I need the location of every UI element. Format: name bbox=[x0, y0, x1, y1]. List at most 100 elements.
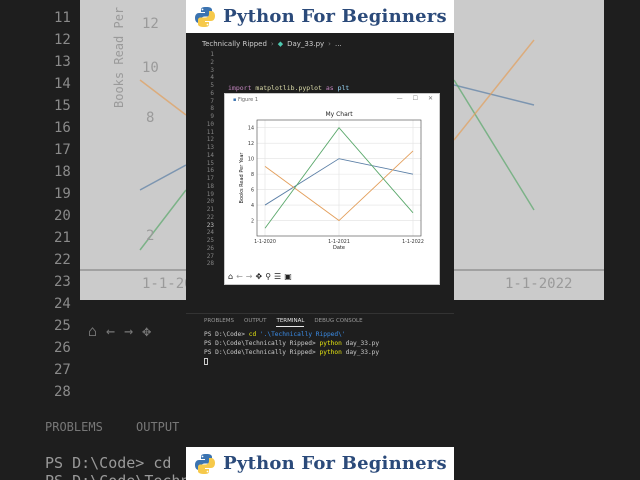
brand-banner-bottom: Python For Beginners bbox=[186, 447, 454, 480]
terminal-argument: '.\Technically Ripped\' bbox=[259, 331, 346, 338]
breadcrumb-more[interactable]: ... bbox=[335, 40, 342, 48]
back-icon[interactable]: ← bbox=[236, 271, 243, 283]
terminal-prompt: PS D:\Code> bbox=[204, 331, 245, 338]
python-logo-icon bbox=[195, 453, 216, 474]
tab-problems[interactable]: PROBLEMS bbox=[204, 316, 234, 327]
tab-debug-console[interactable]: DEBUG CONSOLE bbox=[314, 316, 362, 327]
line-number: 21 bbox=[206, 206, 214, 213]
line-number: 13 bbox=[206, 144, 214, 151]
line-number: 7 bbox=[210, 97, 214, 105]
pan-icon[interactable]: ✥ bbox=[255, 271, 262, 283]
terminal-line: PS D:\Code\Technically Ripped> python da… bbox=[204, 339, 379, 348]
chart-title: My Chart bbox=[325, 111, 353, 118]
maximize-icon[interactable]: ☐ bbox=[413, 95, 418, 102]
module-alias: plt bbox=[337, 84, 350, 92]
line-number: 19 bbox=[206, 190, 214, 198]
line-number: 24 bbox=[206, 229, 214, 237]
window-controls: — ☐ ✕ bbox=[397, 95, 433, 102]
y-tick-label: 10 bbox=[248, 156, 254, 162]
figure-toolbar: ⌂ ← → ✥ ⚲ ☰ ▣ bbox=[225, 270, 439, 284]
keyword-as: as bbox=[325, 84, 334, 92]
panel-tabs: PROBLEMS OUTPUT TERMINAL DEBUG CONSOLE bbox=[204, 316, 363, 327]
breadcrumb-folder[interactable]: Technically Ripped bbox=[202, 40, 267, 48]
x-axis-label: Date bbox=[333, 245, 345, 251]
line-number: 9 bbox=[210, 113, 214, 120]
configure-icon[interactable]: ☰ bbox=[274, 271, 281, 283]
terminal-line: PS D:\Code\Technically Ripped> python da… bbox=[204, 348, 379, 357]
background-line-number: 26 bbox=[54, 340, 71, 356]
keyword-import: import bbox=[228, 84, 252, 92]
line-number: 1 bbox=[210, 51, 214, 58]
background-line-number: 21 bbox=[54, 230, 71, 246]
line-number: 12 bbox=[206, 136, 214, 144]
brand-title: Python For Beginners bbox=[223, 6, 447, 27]
background-ytick: 10 bbox=[142, 60, 159, 76]
tab-output[interactable]: OUTPUT bbox=[244, 316, 266, 327]
background-terminal-line: PS D:\Code> cd bbox=[45, 454, 172, 472]
bottom-panel: PROBLEMS OUTPUT TERMINAL DEBUG CONSOLE P… bbox=[186, 313, 454, 447]
chevron-right-icon: › bbox=[270, 40, 274, 48]
forward-icon[interactable]: → bbox=[246, 271, 253, 283]
background-chart-left bbox=[80, 79, 186, 271]
terminal-argument: day_33.py bbox=[345, 349, 380, 356]
save-icon[interactable]: ▣ bbox=[284, 271, 292, 283]
python-file-icon: ◆ bbox=[277, 40, 284, 48]
module-name: matplotlib.pyplot bbox=[255, 84, 322, 92]
terminal-command: cd bbox=[248, 331, 257, 338]
background-line-number: 23 bbox=[54, 274, 71, 290]
background-ytick: 2 bbox=[146, 228, 155, 244]
brand-title: Python For Beginners bbox=[223, 453, 447, 474]
y-tick-label: 8 bbox=[251, 172, 254, 178]
line-number: 4 bbox=[210, 74, 214, 82]
line-number: 14 bbox=[206, 151, 214, 159]
background-ytick: 8 bbox=[146, 110, 155, 126]
home-icon[interactable]: ⌂ bbox=[228, 271, 233, 283]
background-line-number: 11 bbox=[54, 10, 71, 26]
zoom-icon[interactable]: ⚲ bbox=[265, 271, 271, 283]
line-number: 10 bbox=[206, 120, 214, 128]
line-number: 3 bbox=[210, 66, 214, 74]
minimize-icon[interactable]: — bbox=[397, 95, 403, 102]
line-number: 18 bbox=[206, 182, 214, 190]
y-tick-label: 6 bbox=[251, 187, 254, 193]
line-number: 25 bbox=[206, 237, 214, 244]
background-line-number: 24 bbox=[54, 296, 71, 312]
line-chart: My Chart24681012141-1-2020 1-1-2021 1-1-20… bbox=[239, 111, 424, 251]
breadcrumb: Technically Ripped › ◆ Day_33.py › ... bbox=[186, 37, 454, 51]
background-line-number: 18 bbox=[54, 164, 71, 180]
chevron-right-icon: › bbox=[328, 40, 331, 48]
line-number-gutter: 1 2 3 4 5 6 7 8 9 10 11 12 13 14 15 16 17 18 19 20 21 22 23 24 2… bbox=[186, 51, 216, 268]
background-line-number: 15 bbox=[54, 98, 71, 114]
line-number: 20 bbox=[206, 198, 214, 206]
line-number: 2 bbox=[210, 58, 214, 66]
background-ylabel: Books Read Per Year bbox=[112, 0, 126, 108]
background-terminal-line: PS D:\Code\Techn bbox=[45, 472, 190, 480]
terminal-cursor-line bbox=[204, 357, 379, 366]
main-column: Python For Beginners Technically Ripped … bbox=[186, 0, 454, 480]
python-logo-icon bbox=[195, 6, 216, 27]
breadcrumb-file[interactable]: Day_33.py bbox=[287, 40, 324, 48]
y-tick-label: 2 bbox=[251, 218, 254, 224]
line-number: 26 bbox=[206, 244, 214, 252]
close-icon[interactable]: ✕ bbox=[428, 95, 433, 102]
code-line-import[interactable]: import matplotlib.pyplot as plt bbox=[228, 84, 349, 92]
background-line-number: 16 bbox=[54, 120, 71, 136]
matplotlib-figure-window[interactable]: ▪ Figure 1 — ☐ ✕ My Chart 2 4 6 8 10 12 14 1-1-2… bbox=[224, 93, 440, 285]
tab-terminal[interactable]: TERMINAL bbox=[276, 316, 305, 327]
background-line-number: 20 bbox=[54, 208, 71, 224]
terminal-prompt: PS D:\Code\Technically Ripped> bbox=[204, 349, 316, 356]
terminal-command: python bbox=[319, 349, 342, 356]
line-number: 28 bbox=[206, 260, 214, 268]
figure-icon: ▪ bbox=[233, 97, 237, 103]
brand-banner-top: Python For Beginners bbox=[186, 0, 454, 33]
terminal-prompt: PS D:\Code\Technically Ripped> bbox=[204, 340, 316, 347]
y-axis-label: Books Read Per Year bbox=[239, 152, 245, 204]
x-tick-label: 1-1-2022 bbox=[402, 239, 424, 245]
terminal-cursor bbox=[204, 357, 208, 365]
y-tick-label: 4 bbox=[251, 203, 254, 209]
line-number: 17 bbox=[206, 175, 214, 182]
background-ytick: 12 bbox=[142, 16, 159, 32]
terminal[interactable]: PS D:\Code> cd '.\Technically Ripped\' P… bbox=[204, 330, 379, 366]
line-number: 27 bbox=[206, 252, 214, 260]
terminal-command: python bbox=[319, 340, 342, 347]
